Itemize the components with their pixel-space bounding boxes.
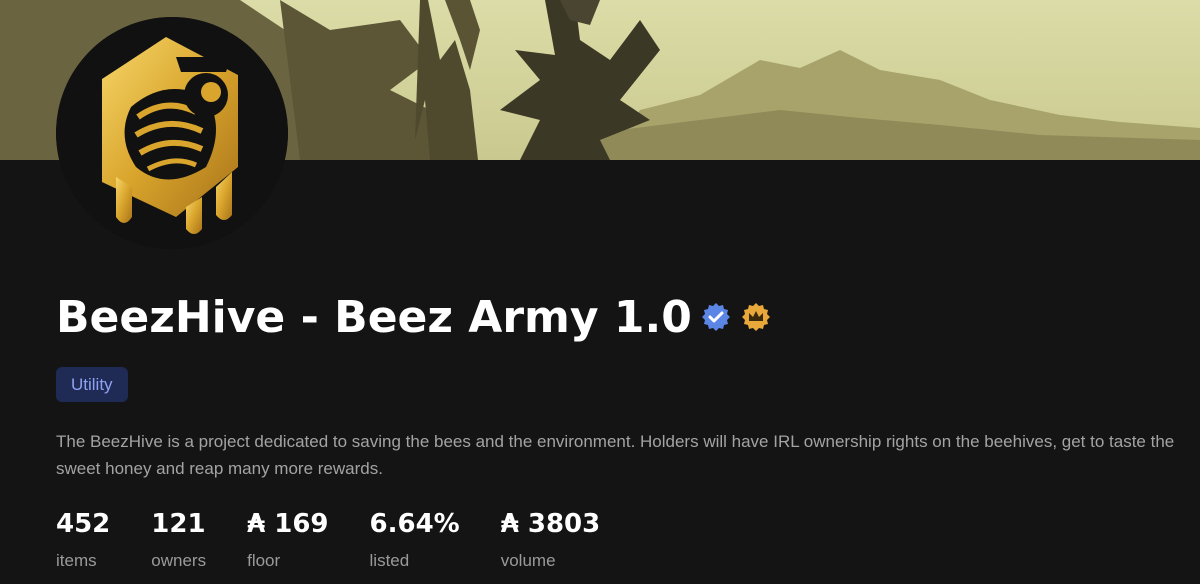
collection-avatar	[56, 17, 288, 249]
stat-value: ₳ 169	[247, 509, 329, 539]
stat-label: floor	[247, 551, 281, 570]
crown-badge-icon	[740, 301, 772, 333]
stat-label: volume	[500, 551, 556, 570]
collection-stats: 452 items 121 owners ₳ 169 floor 6.64% l…	[56, 506, 641, 576]
stat-value: ₳ 3803	[500, 509, 601, 539]
stat-label: listed	[369, 551, 410, 570]
stat-floor: ₳ 169 floor	[247, 506, 328, 576]
beez-army-logo-icon	[56, 17, 288, 249]
stat-label: items	[56, 551, 97, 570]
stat-listed: 6.64% listed	[370, 506, 460, 576]
stat-owners: 121 owners	[151, 506, 206, 576]
verified-badge-icon	[700, 301, 732, 333]
category-tag[interactable]: Utility	[56, 367, 128, 402]
stat-value: 121	[151, 509, 206, 539]
stat-value: 6.64%	[369, 509, 460, 539]
stat-items: 452 items	[56, 506, 110, 576]
collection-title: BeezHive - Beez Army 1.0	[56, 291, 692, 343]
collection-title-row: BeezHive - Beez Army 1.0	[56, 287, 772, 347]
stat-value: 452	[56, 509, 111, 539]
stat-volume: ₳ 3803 volume	[501, 506, 601, 576]
stat-label: owners	[151, 551, 207, 570]
collection-description: The BeezHive is a project dedicated to s…	[56, 432, 1175, 478]
